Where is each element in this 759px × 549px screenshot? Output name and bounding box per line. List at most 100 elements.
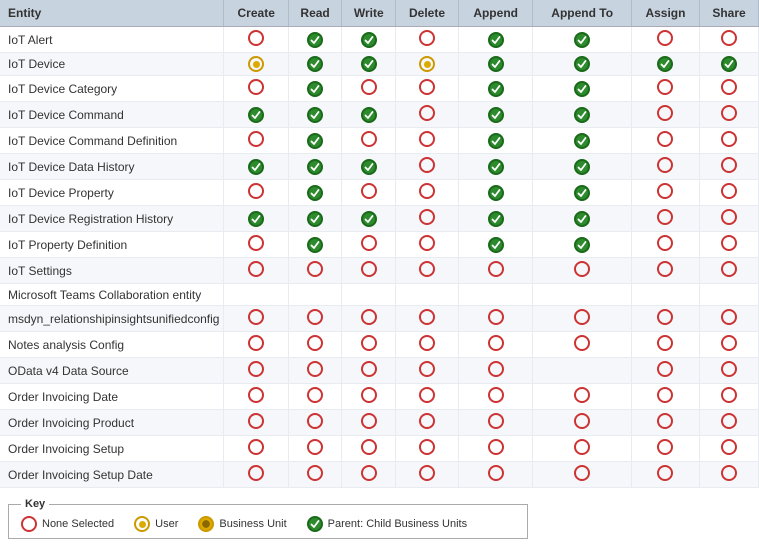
cell-append[interactable] (458, 332, 533, 358)
perm-none-icon[interactable] (361, 261, 377, 277)
cell-append[interactable] (458, 102, 533, 128)
cell-delete[interactable] (396, 358, 459, 384)
perm-parent-icon[interactable] (361, 159, 377, 175)
perm-parent-icon[interactable] (574, 56, 590, 72)
perm-none-icon[interactable] (657, 209, 673, 225)
cell-write[interactable] (342, 154, 396, 180)
perm-none-icon[interactable] (419, 79, 435, 95)
perm-none-icon[interactable] (657, 309, 673, 325)
perm-none-icon[interactable] (248, 387, 264, 403)
cell-share[interactable] (700, 436, 759, 462)
perm-none-icon[interactable] (574, 309, 590, 325)
perm-none-icon[interactable] (361, 335, 377, 351)
cell-append[interactable] (458, 462, 533, 488)
cell-assign[interactable] (631, 258, 699, 284)
perm-none-icon[interactable] (419, 465, 435, 481)
cell-create[interactable] (224, 462, 288, 488)
perm-parent-icon[interactable] (361, 32, 377, 48)
cell-append[interactable] (458, 258, 533, 284)
perm-none-icon[interactable] (721, 105, 737, 121)
cell-delete[interactable] (396, 436, 459, 462)
cell-delete[interactable] (396, 306, 459, 332)
perm-none-icon[interactable] (721, 79, 737, 95)
perm-none-icon[interactable] (248, 30, 264, 46)
perm-none-icon[interactable] (419, 183, 435, 199)
cell-delete[interactable] (396, 384, 459, 410)
perm-none-icon[interactable] (307, 387, 323, 403)
perm-none-icon[interactable] (307, 309, 323, 325)
cell-append[interactable] (458, 206, 533, 232)
perm-none-icon[interactable] (419, 131, 435, 147)
perm-none-icon[interactable] (488, 335, 504, 351)
perm-none-icon[interactable] (721, 309, 737, 325)
cell-assign[interactable] (631, 27, 699, 53)
cell-create[interactable] (224, 410, 288, 436)
perm-parent-icon[interactable] (574, 211, 590, 227)
cell-append[interactable] (458, 53, 533, 76)
perm-parent-icon[interactable] (361, 107, 377, 123)
cell-write[interactable] (342, 284, 396, 306)
perm-user-icon[interactable] (248, 56, 264, 72)
perm-none-icon[interactable] (248, 361, 264, 377)
perm-none-icon[interactable] (361, 413, 377, 429)
perm-parent-icon[interactable] (574, 81, 590, 97)
cell-append[interactable] (458, 128, 533, 154)
perm-none-icon[interactable] (419, 387, 435, 403)
perm-parent-icon[interactable] (488, 159, 504, 175)
perm-parent-icon[interactable] (488, 107, 504, 123)
perm-none-icon[interactable] (248, 235, 264, 251)
perm-none-icon[interactable] (361, 309, 377, 325)
cell-delete[interactable] (396, 102, 459, 128)
perm-none-icon[interactable] (361, 235, 377, 251)
cell-write[interactable] (342, 27, 396, 53)
cell-share[interactable] (700, 462, 759, 488)
cell-write[interactable] (342, 76, 396, 102)
cell-assign[interactable] (631, 358, 699, 384)
cell-assign[interactable] (631, 128, 699, 154)
perm-parent-icon[interactable] (307, 185, 323, 201)
cell-share[interactable] (700, 284, 759, 306)
cell-create[interactable] (224, 154, 288, 180)
cell-write[interactable] (342, 306, 396, 332)
perm-none-icon[interactable] (721, 261, 737, 277)
cell-share[interactable] (700, 332, 759, 358)
cell-create[interactable] (224, 284, 288, 306)
cell-append[interactable] (458, 436, 533, 462)
cell-delete[interactable] (396, 462, 459, 488)
perm-parent-icon[interactable] (488, 237, 504, 253)
cell-appendto[interactable] (533, 180, 631, 206)
perm-none-icon[interactable] (721, 235, 737, 251)
cell-share[interactable] (700, 128, 759, 154)
cell-read[interactable] (288, 384, 341, 410)
cell-appendto[interactable] (533, 462, 631, 488)
perm-none-icon[interactable] (419, 105, 435, 121)
perm-parent-icon[interactable] (307, 56, 323, 72)
perm-none-icon[interactable] (657, 183, 673, 199)
cell-assign[interactable] (631, 206, 699, 232)
cell-share[interactable] (700, 206, 759, 232)
cell-appendto[interactable] (533, 206, 631, 232)
perm-none-icon[interactable] (248, 261, 264, 277)
perm-parent-icon[interactable] (248, 159, 264, 175)
cell-appendto[interactable] (533, 306, 631, 332)
cell-read[interactable] (288, 27, 341, 53)
cell-assign[interactable] (631, 76, 699, 102)
cell-read[interactable] (288, 284, 341, 306)
cell-appendto[interactable] (533, 410, 631, 436)
cell-read[interactable] (288, 154, 341, 180)
perm-none-icon[interactable] (361, 465, 377, 481)
cell-create[interactable] (224, 384, 288, 410)
cell-assign[interactable] (631, 384, 699, 410)
perm-none-icon[interactable] (574, 439, 590, 455)
cell-assign[interactable] (631, 410, 699, 436)
perm-none-icon[interactable] (721, 413, 737, 429)
cell-read[interactable] (288, 410, 341, 436)
perm-none-icon[interactable] (721, 183, 737, 199)
perm-none-icon[interactable] (574, 413, 590, 429)
perm-parent-icon[interactable] (248, 107, 264, 123)
cell-appendto[interactable] (533, 258, 631, 284)
perm-parent-icon[interactable] (488, 185, 504, 201)
cell-delete[interactable] (396, 27, 459, 53)
perm-none-icon[interactable] (574, 465, 590, 481)
perm-none-icon[interactable] (307, 335, 323, 351)
